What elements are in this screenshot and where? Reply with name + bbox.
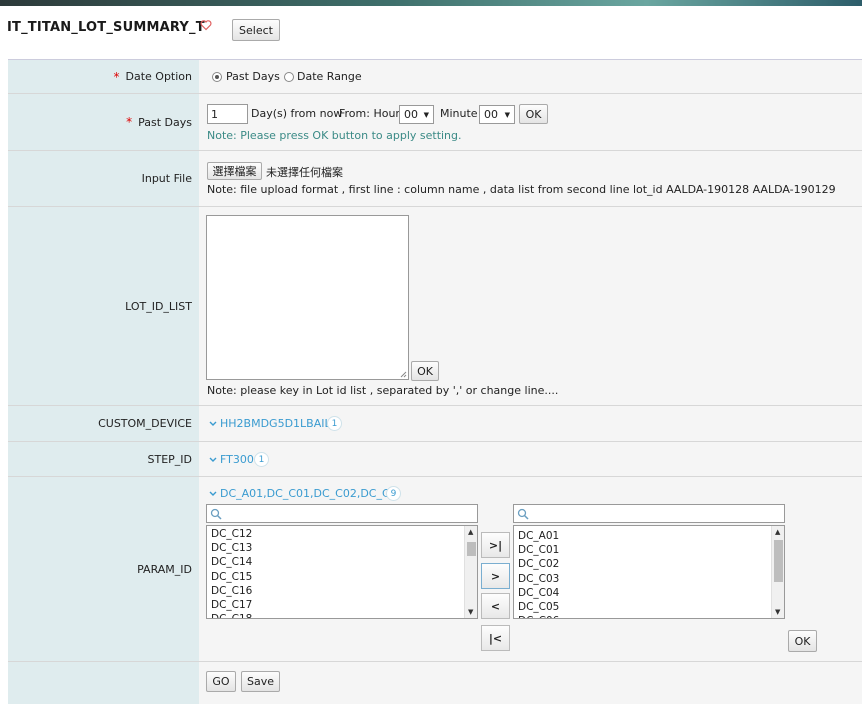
list-item[interactable]: DC_C12 — [211, 527, 252, 541]
custom-device-label: CUSTOM_DEVICE — [8, 406, 199, 441]
scroll-thumb[interactable] — [467, 542, 476, 556]
input-file-note: Note: file upload format , first line : … — [207, 183, 836, 196]
minute-label: Minute — [440, 107, 478, 120]
chevron-down-icon[interactable] — [209, 457, 217, 463]
scroll-down-icon[interactable]: ▼ — [468, 608, 473, 616]
row-past-days: * Past Days 1 Day(s) from now From: Hour … — [8, 94, 862, 151]
list-item[interactable]: DC_C03 — [518, 572, 559, 586]
radio-date-range[interactable] — [284, 72, 294, 82]
move-left-button[interactable]: < — [481, 593, 510, 619]
scroll-up-icon[interactable]: ▲ — [775, 528, 780, 536]
no-file-text: 未選擇任何檔案 — [266, 166, 343, 179]
row-param-id: PARAM_ID DC_A01,DC_C01,DC_C02,DC_C... 9 … — [8, 477, 862, 662]
list-item[interactable]: DC_C01 — [518, 543, 559, 557]
radio-date-range-label[interactable]: Date Range — [297, 70, 362, 83]
available-params-list[interactable]: DC_C12DC_C13DC_C14DC_C15DC_C16DC_C17DC_C… — [206, 525, 478, 619]
list-item[interactable]: DC_C15 — [211, 570, 252, 584]
row-date-option: * Date Option Past Days Date Range — [8, 60, 862, 94]
save-button[interactable]: Save — [241, 671, 280, 692]
move-right-button[interactable]: > — [481, 563, 510, 589]
row-actions: GO Save — [8, 662, 862, 704]
past-days-note: Note: Please press OK button to apply se… — [207, 129, 462, 142]
lot-id-textarea[interactable] — [206, 215, 409, 380]
step-id-label: STEP_ID — [8, 442, 199, 476]
select-button[interactable]: Select — [232, 19, 280, 41]
param-id-label: PARAM_ID — [8, 477, 199, 661]
list-item[interactable]: DC_C18 — [211, 612, 252, 618]
lot-id-note: Note: please key in Lot id list , separa… — [207, 384, 559, 397]
param-id-ok-button[interactable]: OK — [788, 630, 817, 652]
list-item[interactable]: DC_C14 — [211, 555, 252, 569]
resize-grip-icon[interactable] — [400, 371, 407, 378]
custom-device-count-badge: 1 — [327, 416, 342, 431]
page-title: IT_TITAN_LOT_SUMMARY_T — [7, 20, 205, 35]
list-item[interactable]: DC_C16 — [211, 584, 252, 598]
go-button[interactable]: GO — [206, 671, 236, 692]
chevron-down-icon: ▼ — [423, 111, 429, 119]
list-item[interactable]: DC_C13 — [211, 541, 252, 555]
from-hour-label: From: Hour — [339, 107, 400, 120]
custom-device-dropdown[interactable]: HH2BMDG5D1LBAIL — [220, 417, 331, 430]
required-star: * — [126, 115, 133, 129]
query-form: * Date Option Past Days Date Range * Past … — [8, 59, 862, 706]
list-item[interactable]: DC_A01 — [518, 529, 559, 543]
date-option-label: * Date Option — [8, 60, 199, 93]
list-item[interactable]: DC_C17 — [211, 598, 252, 612]
days-suffix: Day(s) from now — [251, 107, 343, 120]
minute-select[interactable]: 00 ▼ — [479, 105, 515, 124]
past-days-ok-button[interactable]: OK — [519, 104, 548, 124]
list-item[interactable]: DC_C06 — [518, 614, 559, 618]
search-icon — [210, 508, 222, 520]
list-item[interactable]: DC_C05 — [518, 600, 559, 614]
row-step-id: STEP_ID FT300 1 — [8, 442, 862, 477]
lot-id-ok-button[interactable]: OK — [411, 361, 439, 381]
scroll-up-icon[interactable]: ▲ — [468, 528, 473, 536]
page-header: IT_TITAN_LOT_SUMMARY_T Select — [0, 6, 862, 54]
available-scrollbar[interactable]: ▲ ▼ — [464, 526, 477, 618]
row-lot-id-list: LOT_ID_LIST OK Note: please key in Lot i… — [8, 207, 862, 406]
selected-params-list[interactable]: DC_A01DC_C01DC_C02DC_C03DC_C04DC_C05DC_C… — [513, 525, 785, 619]
available-search-input[interactable] — [206, 504, 478, 523]
step-id-count-badge: 1 — [254, 452, 269, 467]
chevron-down-icon[interactable] — [209, 421, 217, 427]
radio-past-days-label[interactable]: Past Days — [226, 70, 280, 83]
list-item[interactable]: DC_C02 — [518, 557, 559, 571]
move-all-right-button[interactable]: >| — [481, 532, 510, 558]
row-custom-device: CUSTOM_DEVICE HH2BMDG5D1LBAIL 1 — [8, 406, 862, 442]
hour-select[interactable]: 00 ▼ — [399, 105, 434, 124]
row-input-file: Input File 選擇檔案 未選擇任何檔案 Note: file uploa… — [8, 151, 862, 207]
selected-scrollbar[interactable]: ▲ ▼ — [771, 526, 784, 618]
step-id-dropdown[interactable]: FT300 — [220, 453, 254, 466]
selected-search-input[interactable] — [513, 504, 785, 523]
radio-past-days[interactable] — [212, 72, 222, 82]
days-input[interactable]: 1 — [207, 104, 248, 124]
param-id-count-badge: 9 — [386, 486, 401, 501]
list-item[interactable]: DC_C04 — [518, 586, 559, 600]
scroll-thumb[interactable] — [774, 540, 783, 582]
lot-id-list-label: LOT_ID_LIST — [8, 207, 199, 405]
past-days-label: * Past Days — [8, 94, 199, 150]
chevron-down-icon: ▼ — [504, 111, 510, 119]
move-all-left-button[interactable]: |< — [481, 625, 510, 651]
param-id-dropdown[interactable]: DC_A01,DC_C01,DC_C02,DC_C... — [220, 487, 400, 500]
scroll-down-icon[interactable]: ▼ — [775, 608, 780, 616]
choose-file-button[interactable]: 選擇檔案 — [207, 162, 262, 180]
search-icon — [517, 508, 529, 520]
required-star: * — [113, 69, 120, 84]
chevron-down-icon[interactable] — [209, 491, 217, 497]
input-file-label: Input File — [8, 151, 199, 206]
favorite-heart-icon[interactable] — [200, 19, 212, 31]
